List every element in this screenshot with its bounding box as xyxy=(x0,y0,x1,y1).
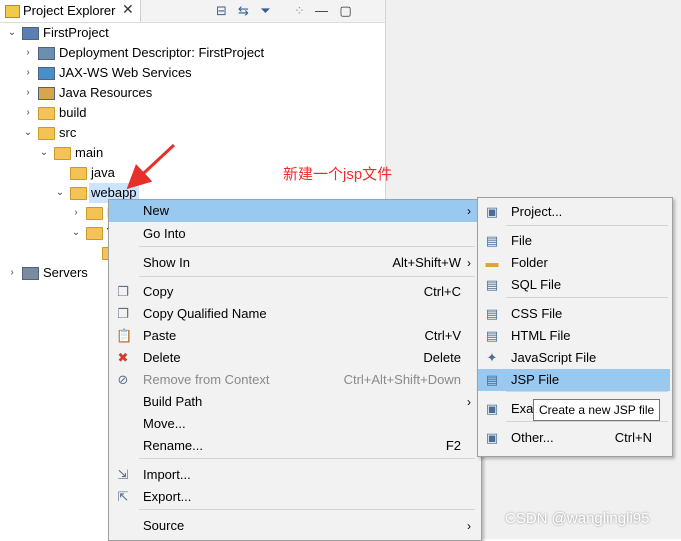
css-file-icon: ▤ xyxy=(485,306,499,321)
jsp-file-icon: ▤ xyxy=(485,372,499,387)
submenu-item-label: JavaScript File xyxy=(511,350,597,365)
arrow-to-webapp xyxy=(126,143,176,190)
submenu-item-label: CSS File xyxy=(511,306,563,321)
chevron-right-icon: › xyxy=(467,519,471,533)
tooltip: Create a new JSP file xyxy=(533,399,661,421)
menu-separator xyxy=(506,421,668,422)
copy-qualified-icon: ❐ xyxy=(117,306,129,321)
menu-item-label: Paste xyxy=(143,328,177,343)
menu-item-export[interactable]: ⇱ Export... xyxy=(109,486,479,508)
submenu-item-shortcut: Ctrl+N xyxy=(614,430,652,445)
context-menu: New › Go Into Show In Alt+Shift+W › ❐ Copy Ctrl+… xyxy=(108,199,482,541)
submenu-item-label: Project... xyxy=(511,204,563,219)
delete-icon: ✖ xyxy=(117,350,129,365)
menu-item-shortcut: Alt+Shift+W xyxy=(392,255,461,270)
menu-item-label: Remove from Context xyxy=(143,372,270,387)
javascript-file-icon: ✦ xyxy=(486,350,498,365)
menu-item-label: Copy xyxy=(143,284,174,299)
new-project-icon: ▣ xyxy=(485,204,499,219)
example-icon: ▣ xyxy=(485,401,499,416)
menu-item-copy[interactable]: ❐ Copy Ctrl+C xyxy=(109,281,479,303)
menu-item-label: Copy Qualified Name xyxy=(143,306,267,321)
submenu-item-html-file[interactable]: ▤ HTML File xyxy=(478,325,670,347)
menu-item-import[interactable]: ⇲ Import... xyxy=(109,464,479,486)
menu-item-copy-qualified-name[interactable]: ❐ Copy Qualified Name xyxy=(109,303,479,325)
submenu-item-css-file[interactable]: ▤ CSS File xyxy=(478,303,670,325)
menu-item-shortcut: F2 xyxy=(445,438,461,453)
submenu-item-label: File xyxy=(511,233,532,248)
submenu-item-label: Other... xyxy=(511,430,554,445)
menu-item-source[interactable]: Source › xyxy=(109,515,479,537)
menu-item-rename[interactable]: Rename... F2 xyxy=(109,435,479,457)
menu-item-new[interactable]: New › xyxy=(109,200,479,222)
remove-context-icon: ⊘ xyxy=(117,372,129,387)
menu-separator xyxy=(506,225,668,226)
menu-separator xyxy=(139,276,475,277)
other-wizard-icon: ▣ xyxy=(485,430,499,445)
menu-item-delete[interactable]: ✖ Delete Delete xyxy=(109,347,479,369)
menu-item-shortcut: Ctrl+V xyxy=(424,328,461,343)
submenu-item-other[interactable]: ▣ Other... Ctrl+N xyxy=(478,427,670,449)
menu-separator xyxy=(506,391,668,392)
menu-item-build-path[interactable]: Build Path › xyxy=(109,391,479,413)
menu-item-label: Move... xyxy=(143,416,186,431)
html-file-icon: ▤ xyxy=(485,328,499,343)
menu-item-shortcut: Delete xyxy=(423,350,461,365)
chevron-right-icon: › xyxy=(467,395,471,409)
menu-item-label: Export... xyxy=(143,489,192,504)
submenu-item-jsp-file[interactable]: ▤ JSP File xyxy=(478,369,670,391)
menu-item-label: Source xyxy=(143,518,185,533)
menu-item-label: Build Path xyxy=(143,394,203,409)
menu-item-label: New xyxy=(143,203,170,218)
submenu-item-project[interactable]: ▣ Project... xyxy=(478,201,670,223)
menu-separator xyxy=(139,246,475,247)
folder-icon: ▬ xyxy=(485,255,499,270)
menu-item-shortcut: Ctrl+Alt+Shift+Down xyxy=(343,372,461,387)
menu-item-label: Show In xyxy=(143,255,190,270)
import-icon: ⇲ xyxy=(117,467,129,482)
watermark: CSDN @wanglingli95 xyxy=(505,510,650,527)
export-icon: ⇱ xyxy=(117,489,129,504)
menu-separator xyxy=(506,297,668,298)
submenu-item-sql-file[interactable]: ▤ SQL File xyxy=(478,274,670,296)
menu-item-paste[interactable]: 📋 Paste Ctrl+V xyxy=(109,325,479,347)
menu-item-go-into[interactable]: Go Into xyxy=(109,223,479,245)
paste-icon: 📋 xyxy=(116,328,133,343)
submenu-item-javascript-file[interactable]: ✦ JavaScript File xyxy=(478,347,670,369)
chevron-right-icon: › xyxy=(467,204,471,218)
menu-item-shortcut: Ctrl+C xyxy=(423,284,461,299)
menu-item-remove-from-context[interactable]: ⊘ Remove from Context Ctrl+Alt+Shift+Down xyxy=(109,369,479,391)
submenu-item-label: Folder xyxy=(511,255,548,270)
submenu-item-label: SQL File xyxy=(511,277,562,292)
sql-file-icon: ▤ xyxy=(485,277,499,292)
submenu-item-label: JSP File xyxy=(511,372,560,387)
submenu-item-label: HTML File xyxy=(511,328,571,343)
menu-separator xyxy=(139,458,475,459)
menu-item-label: Import... xyxy=(143,467,191,482)
menu-item-label: Delete xyxy=(143,350,181,365)
menu-item-move[interactable]: Move... xyxy=(109,413,479,435)
copy-icon: ❐ xyxy=(117,284,129,299)
menu-item-label: Rename... xyxy=(143,438,203,453)
menu-separator xyxy=(139,509,475,510)
chevron-right-icon: › xyxy=(467,256,471,270)
submenu-item-file[interactable]: ▤ File xyxy=(478,230,670,252)
menu-item-label: Go Into xyxy=(143,226,186,241)
file-icon: ▤ xyxy=(485,233,499,248)
menu-item-show-in[interactable]: Show In Alt+Shift+W › xyxy=(109,252,479,274)
submenu-item-folder[interactable]: ▬ Folder xyxy=(478,252,670,274)
